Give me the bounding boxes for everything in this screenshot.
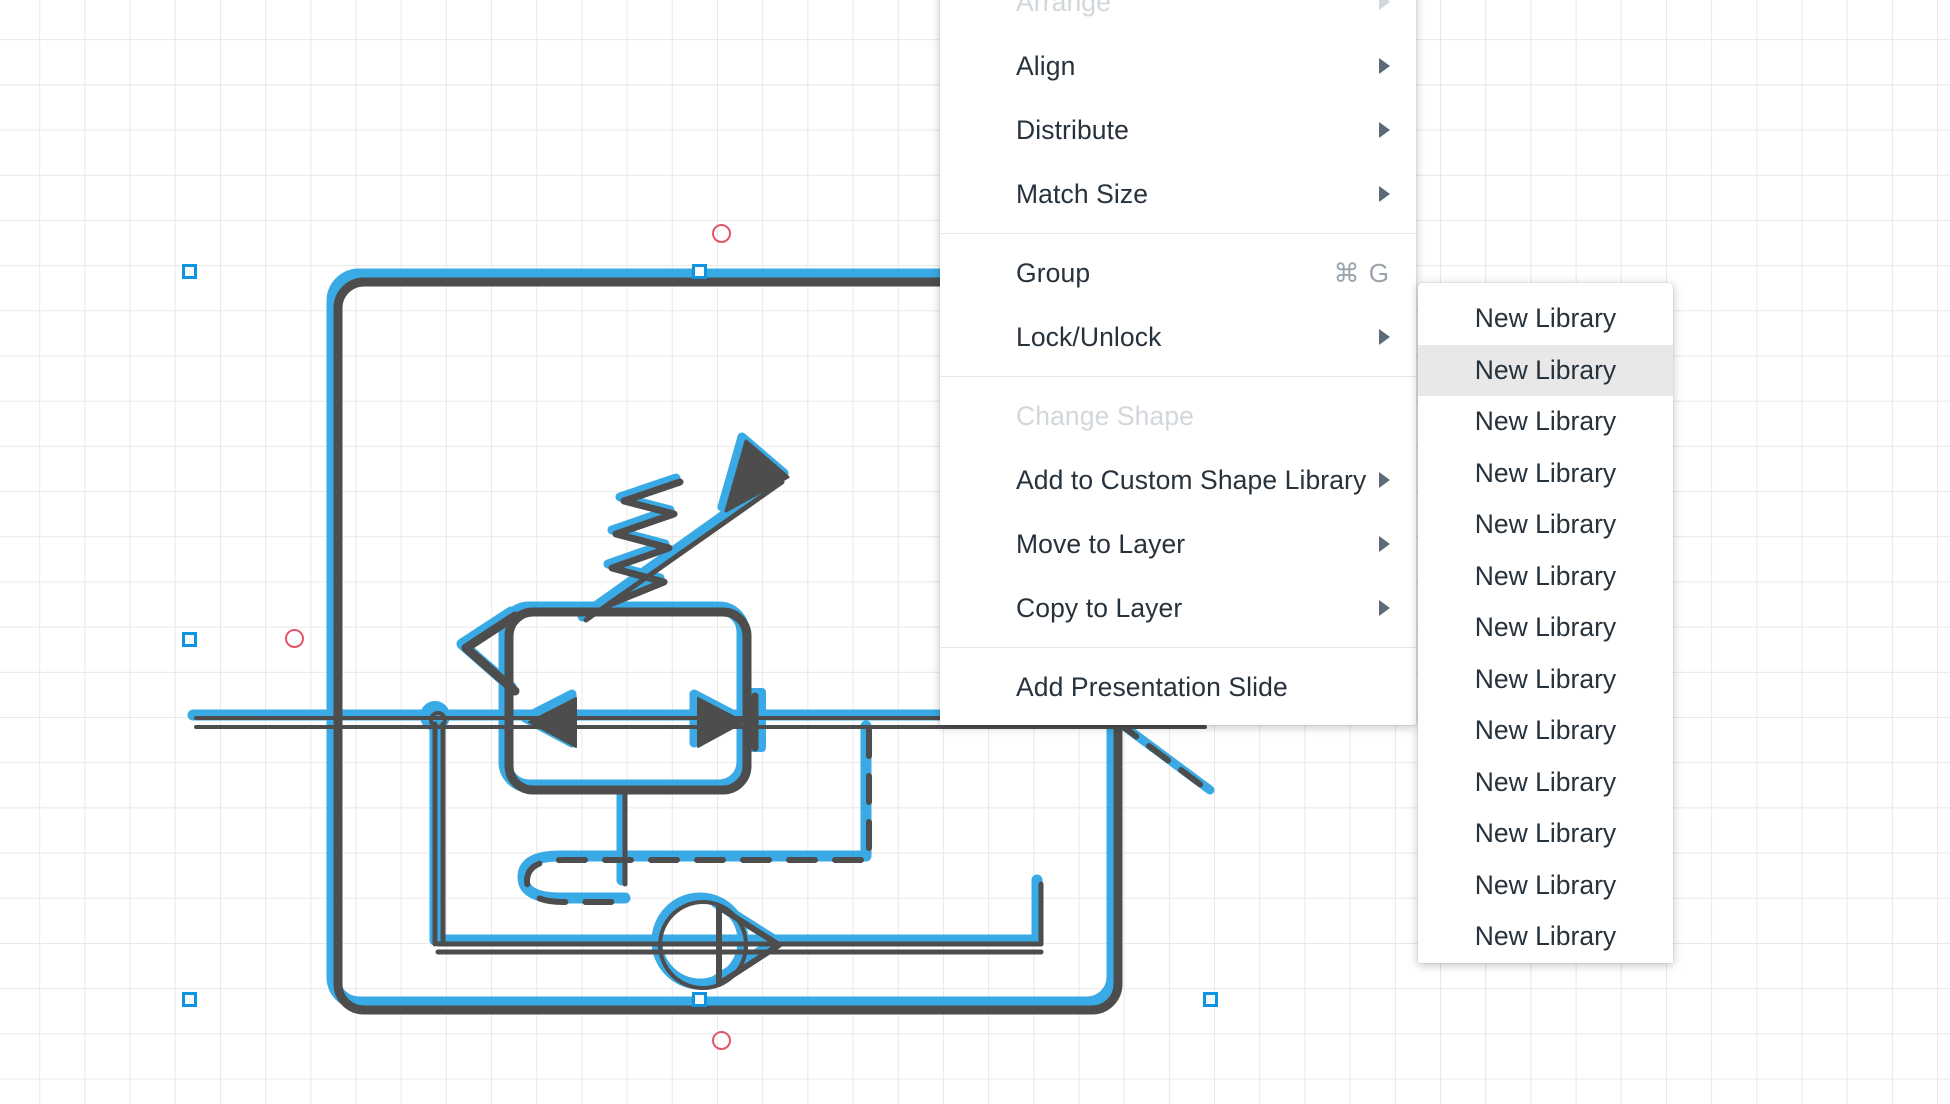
submenu-item-new-library[interactable]: New Library	[1418, 344, 1673, 396]
submenu-item-label: New Library	[1474, 303, 1617, 334]
menu-item-label: Add to Custom Shape Library	[1016, 464, 1367, 495]
menu-item-add-presentation-slide[interactable]: Add Presentation Slide	[940, 655, 1416, 719]
menu-item-label: Lock/Unlock	[1016, 321, 1162, 352]
menu-separator	[940, 233, 1416, 234]
menu-item-label: Change Shape	[1016, 400, 1195, 431]
rotation-marker-bottom[interactable]	[712, 1031, 731, 1050]
menu-item-align[interactable]: Align	[940, 34, 1416, 98]
menu-separator	[940, 376, 1416, 377]
menu-item-match-size[interactable]: Match Size	[940, 162, 1416, 226]
submenu-item-new-library[interactable]: New Library	[1418, 602, 1673, 654]
submenu-item-label: New Library	[1474, 715, 1617, 746]
editor-canvas-window: Arrange Align Distribute Match Size Grou…	[0, 0, 1950, 1104]
handle-bottom-center[interactable]	[692, 992, 707, 1007]
chevron-right-icon	[1379, 536, 1390, 552]
submenu-item-label: New Library	[1474, 921, 1617, 952]
submenu-item-new-library[interactable]: New Library	[1418, 551, 1673, 603]
submenu-item-label: New Library	[1474, 354, 1617, 385]
submenu-item-new-library[interactable]: New Library	[1418, 448, 1673, 500]
handle-middle-left[interactable]	[182, 632, 197, 647]
menu-item-group[interactable]: Group ⌘ G	[940, 241, 1416, 305]
menu-item-move-to-layer[interactable]: Move to Layer	[940, 512, 1416, 576]
submenu-item-new-library[interactable]: New Library	[1418, 757, 1673, 809]
submenu-item-label: New Library	[1474, 612, 1617, 643]
submenu-item-new-library[interactable]: New Library	[1418, 911, 1673, 963]
submenu-item-label: New Library	[1474, 818, 1617, 849]
submenu-item-label: New Library	[1474, 406, 1617, 437]
submenu-item-new-library[interactable]: New Library	[1418, 396, 1673, 448]
submenu-item-label: New Library	[1474, 663, 1617, 694]
rotation-marker-top[interactable]	[712, 224, 731, 243]
submenu-item-new-library[interactable]: New Library	[1418, 808, 1673, 860]
menu-separator	[940, 647, 1416, 648]
menu-item-add-to-custom-shape-library[interactable]: Add to Custom Shape Library	[940, 448, 1416, 512]
handle-top-left[interactable]	[182, 264, 197, 279]
menu-item-label: Distribute	[1016, 114, 1129, 145]
chevron-right-icon	[1379, 0, 1390, 10]
handle-bottom-left[interactable]	[182, 992, 197, 1007]
submenu-item-new-library[interactable]: New Library	[1418, 499, 1673, 551]
submenu-item-label: New Library	[1474, 457, 1617, 488]
handle-top-center[interactable]	[692, 264, 707, 279]
chevron-right-icon	[1379, 122, 1390, 138]
chevron-right-icon	[1379, 186, 1390, 202]
menu-item-label: Group	[1016, 257, 1091, 288]
menu-item-label: Match Size	[1016, 178, 1149, 209]
menu-item-arrange: Arrange	[940, 0, 1416, 34]
menu-item-label: Copy to Layer	[1016, 592, 1183, 623]
menu-item-shortcut: ⌘ G	[1333, 257, 1390, 288]
shape-context-menu[interactable]: Arrange Align Distribute Match Size Grou…	[940, 0, 1416, 725]
submenu-item-label: New Library	[1474, 766, 1617, 797]
chevron-right-icon	[1379, 329, 1390, 345]
menu-item-label: Add Presentation Slide	[1016, 671, 1288, 702]
menu-item-label: Align	[1016, 50, 1076, 81]
menu-item-label: Arrange	[1016, 0, 1111, 17]
chevron-right-icon	[1379, 58, 1390, 74]
submenu-item-label: New Library	[1474, 560, 1617, 591]
menu-item-change-shape: Change Shape	[940, 384, 1416, 448]
menu-item-label: Move to Layer	[1016, 528, 1186, 559]
submenu-item-label: New Library	[1474, 509, 1617, 540]
menu-item-lock-unlock[interactable]: Lock/Unlock	[940, 305, 1416, 369]
menu-item-copy-to-layer[interactable]: Copy to Layer	[940, 576, 1416, 640]
submenu-item-new-library[interactable]: New Library	[1418, 654, 1673, 706]
submenu-item-new-library[interactable]: New Library	[1418, 293, 1673, 345]
handle-bottom-right[interactable]	[1203, 992, 1218, 1007]
chevron-right-icon	[1379, 600, 1390, 616]
menu-item-distribute[interactable]: Distribute	[940, 98, 1416, 162]
custom-shape-library-submenu[interactable]: New Library New Library New Library New Lib…	[1418, 283, 1673, 963]
submenu-item-label: New Library	[1474, 869, 1617, 900]
submenu-item-new-library[interactable]: New Library	[1418, 705, 1673, 757]
rotation-marker-left[interactable]	[285, 629, 304, 648]
submenu-item-new-library[interactable]: New Library	[1418, 860, 1673, 912]
chevron-right-icon	[1379, 472, 1390, 488]
